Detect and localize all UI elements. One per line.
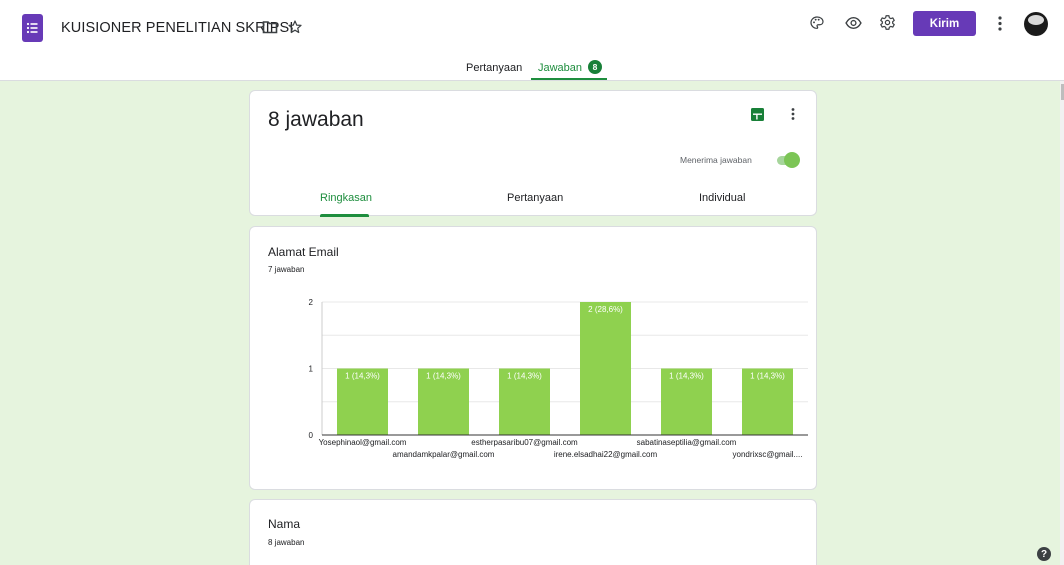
active-tab-indicator xyxy=(531,78,607,80)
bar-data-label: 1 (14,3%) xyxy=(426,372,461,381)
subtab-question[interactable]: Pertanyaan xyxy=(507,192,563,204)
eye-icon[interactable] xyxy=(845,16,862,30)
responses-count-title: 8 jawaban xyxy=(268,108,364,131)
responses-summary-card: 8 jawaban Menerima jawaban Ringkasan Per… xyxy=(249,90,817,217)
question-title: Alamat Email xyxy=(268,245,339,259)
response-count: 8 jawaban xyxy=(268,538,305,547)
forms-icon[interactable] xyxy=(22,14,43,42)
avatar[interactable] xyxy=(1024,12,1048,36)
y-tick-label: 1 xyxy=(309,365,314,374)
x-tick-label: estherpasaribu07@gmail.com xyxy=(471,438,578,447)
card-more-icon[interactable] xyxy=(790,107,796,121)
subtab-individual[interactable]: Individual xyxy=(699,192,745,204)
y-tick-label: 2 xyxy=(309,298,314,307)
x-tick-label: amandamkpalar@gmail.com xyxy=(393,450,495,459)
more-vert-icon[interactable] xyxy=(997,15,1003,32)
palette-icon[interactable] xyxy=(809,15,825,31)
email-question-card: Alamat Email 7 jawaban 0 1 2 1 (14,3%) Yosep… xyxy=(249,226,817,490)
x-tick-label: sabatinaseptilia@gmail.com xyxy=(637,438,737,447)
response-count: 7 jawaban xyxy=(268,265,305,274)
x-tick-label: irene.elsadhai22@gmail.com xyxy=(554,450,658,459)
sheets-icon[interactable] xyxy=(751,108,764,121)
form-title[interactable]: KUISIONER PENELITIAN SKRIPSI xyxy=(61,20,293,36)
send-button[interactable]: Kirim xyxy=(913,11,976,36)
question-title: Nama xyxy=(268,517,301,531)
y-tick-label: 0 xyxy=(309,431,314,440)
bar-data-label: 1 (14,3%) xyxy=(507,372,542,381)
tab-responses[interactable]: Jawaban xyxy=(538,62,582,74)
gear-icon[interactable] xyxy=(879,14,896,31)
folder-icon[interactable] xyxy=(262,20,278,34)
tab-questions[interactable]: Pertanyaan xyxy=(466,62,522,74)
chart-bar xyxy=(580,302,631,435)
accepting-responses-label: Menerima jawaban xyxy=(680,155,752,165)
email-bar-chart: 0 1 2 1 (14,3%) Yosephinaol@gmail.com 1 (14,3… xyxy=(309,298,808,459)
responses-count-badge: 8 xyxy=(588,60,602,74)
star-icon[interactable] xyxy=(287,19,303,35)
help-icon[interactable]: ? xyxy=(1037,547,1051,561)
x-tick-label: yondrixsc@gmail.... xyxy=(733,450,803,459)
subtab-indicator xyxy=(320,214,369,217)
x-tick-label: Yosephinaol@gmail.com xyxy=(319,438,407,447)
bar-data-label: 1 (14,3%) xyxy=(345,372,380,381)
bar-data-label: 1 (14,3%) xyxy=(750,372,785,381)
top-bar: KUISIONER PENELITIAN SKRIPSI Kirim Perta… xyxy=(0,0,1064,81)
bar-data-label: 1 (14,3%) xyxy=(669,372,704,381)
name-question-card: Nama 8 jawaban xyxy=(249,499,817,565)
subtab-summary[interactable]: Ringkasan xyxy=(320,192,372,204)
bar-data-label: 2 (28,6%) xyxy=(588,305,623,314)
toggle-knob[interactable] xyxy=(784,152,800,168)
scrollbar[interactable] xyxy=(1060,81,1064,565)
